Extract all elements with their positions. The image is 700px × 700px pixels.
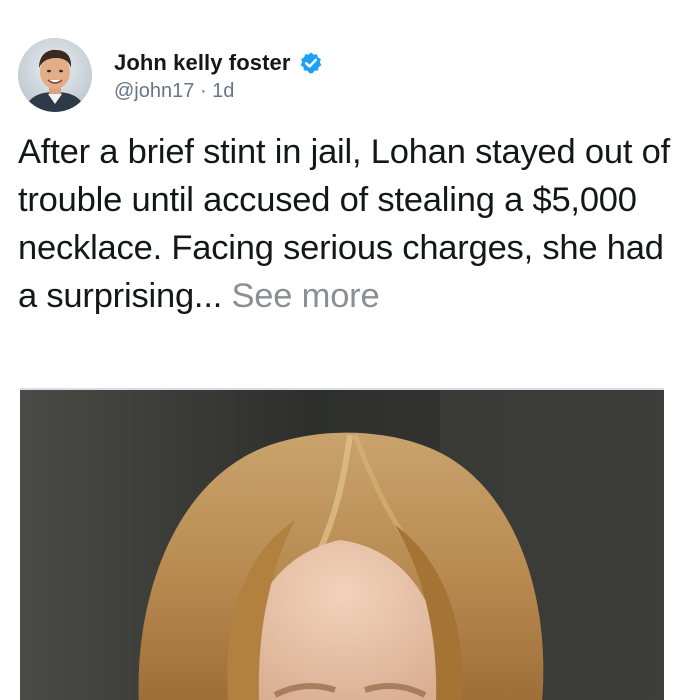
tweet-media-photo[interactable] [20, 388, 664, 700]
author-display-name[interactable]: John kelly foster [114, 50, 291, 76]
author-avatar[interactable] [18, 38, 92, 112]
person-photo-icon [20, 390, 664, 700]
tweet-body: After a brief stint in jail, Lohan staye… [18, 128, 688, 320]
see-more-link[interactable]: See more [231, 277, 379, 315]
tweet-header: John kelly foster @john17 · 1d [18, 38, 323, 112]
meta-separator: · [199, 79, 207, 102]
person-avatar-icon [18, 38, 92, 112]
verified-badge-icon [299, 51, 323, 75]
author-handle[interactable]: @john17 [114, 80, 194, 102]
tweet-card[interactable]: John kelly foster @john17 · 1d After a b… [0, 0, 700, 700]
tweet-timestamp[interactable]: 1d [212, 80, 234, 102]
author-meta: @john17 · 1d [114, 80, 323, 103]
author-name-row: John kelly foster [114, 48, 323, 78]
author-info: John kelly foster @john17 · 1d [114, 48, 323, 103]
